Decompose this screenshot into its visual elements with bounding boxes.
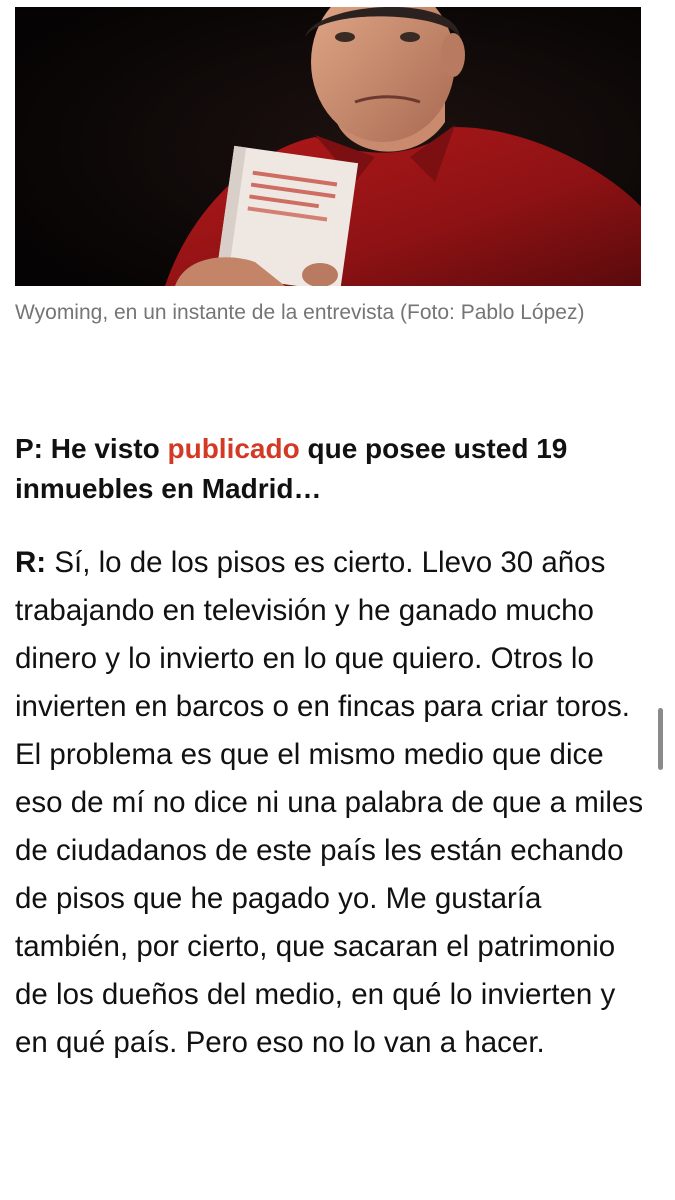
article-photo[interactable] — [15, 7, 641, 286]
question-text-before: He visto — [43, 433, 168, 464]
interview-answer: R: Sí, lo de los pisos es cierto. Llevo … — [15, 539, 645, 1067]
scrollbar-thumb[interactable] — [658, 708, 663, 770]
interview-question: P: He visto publicado que posee usted 19… — [15, 429, 655, 509]
answer-prefix: R: — [15, 546, 47, 579]
photo-caption: Wyoming, en un instante de la entrevista… — [15, 301, 585, 324]
question-prefix: P: — [15, 433, 43, 464]
published-link[interactable]: publicado — [167, 433, 299, 464]
article-photo-image — [15, 7, 641, 286]
answer-text: Sí, lo de los pisos es cierto. Llevo 30 … — [15, 546, 644, 1059]
